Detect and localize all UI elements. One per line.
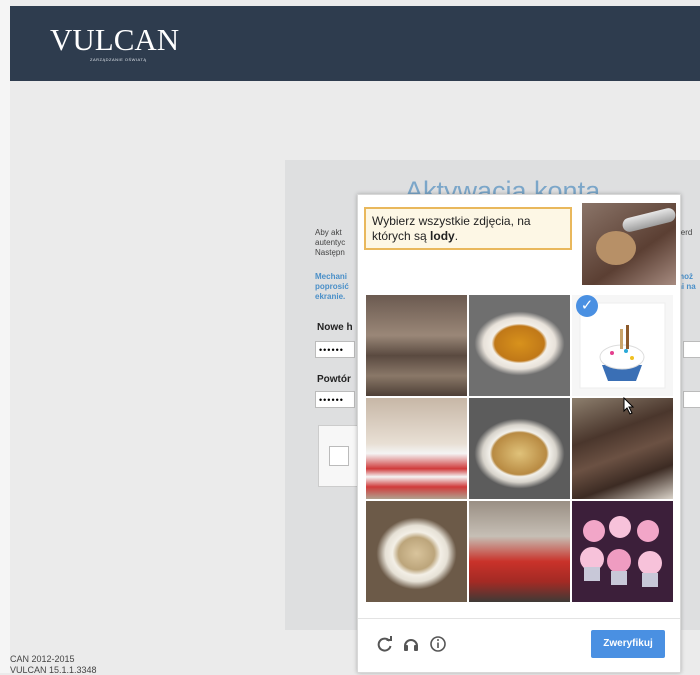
ramen-bowl-image [469, 398, 570, 499]
top-header: VULCAN ZARZĄDZANIE OŚWIATĄ [10, 6, 700, 81]
challenge-tile-5[interactable] [469, 398, 570, 499]
challenge-tile-9[interactable] [572, 501, 673, 602]
mechanism-text-line: ekranie. [315, 292, 346, 301]
vulcan-logo: VULCAN ZARZĄDZANIE OŚWIATĄ [50, 22, 180, 63]
new-password-field[interactable]: •••••• [315, 341, 355, 358]
logo-text: VULCAN [50, 22, 180, 57]
page-left-edge [0, 0, 10, 673]
prompt-target-word: lody [430, 229, 455, 243]
logo-subtitle: ZARZĄDZANIE OŚWIATĄ [90, 57, 147, 62]
repeat-password-field[interactable]: •••••• [315, 391, 355, 408]
mechanism-text-line: Mechani [315, 272, 348, 281]
challenge-tile-4[interactable] [366, 398, 467, 499]
headphones-icon[interactable] [402, 635, 420, 653]
prompt-end: . [454, 229, 459, 243]
captcha-checkbox[interactable] [329, 446, 349, 466]
decorated-cake-image [366, 398, 467, 499]
footer-version: VULCAN 15.1.1.3348 [10, 665, 97, 675]
repeat-password-label: Powtór [317, 374, 351, 385]
info-icon[interactable] [429, 635, 447, 653]
new-password-label: Nowe h [317, 322, 353, 333]
challenge-tile-2[interactable] [469, 295, 570, 396]
intro-text-line: Następn [315, 248, 345, 257]
repeat-password-field-edge[interactable] [683, 391, 700, 408]
tile-selected-check-icon: ✓ [576, 295, 598, 317]
ice-cream-scoop-shape [596, 231, 636, 265]
fast-food-tray-image [469, 501, 570, 602]
challenge-tile-8[interactable] [469, 501, 570, 602]
reload-icon[interactable] [376, 635, 394, 653]
challenge-prompt: Wybierz wszystkie zdjęcia, na których są… [364, 207, 572, 250]
sausages-image [366, 295, 467, 396]
new-password-field-edge[interactable] [683, 341, 700, 358]
ice-cream-scoop-image [582, 203, 676, 285]
verify-button[interactable]: Zweryfikuj [591, 630, 665, 658]
mechanism-text-line: poprosić [315, 282, 349, 291]
captcha-widget [318, 425, 358, 487]
challenge-footer-divider [358, 618, 680, 619]
challenge-tile-7[interactable] [366, 501, 467, 602]
footer-copyright: CAN 2012-2015 [10, 654, 75, 664]
challenge-tile-1[interactable] [366, 295, 467, 396]
intro-text-line: Aby akt [315, 228, 342, 237]
intro-text-fragment: ierd [679, 228, 693, 237]
soup-bowl-image [469, 295, 570, 396]
mouse-cursor-icon [623, 397, 635, 415]
intro-text-line: autentyc [315, 238, 346, 247]
cupcakes-image [572, 501, 673, 602]
ice-cream-spoon-shape [621, 206, 676, 234]
pasta-plate-image [366, 501, 467, 602]
image-challenge-dialog: Wybierz wszystkie zdjęcia, na których są… [357, 194, 681, 673]
